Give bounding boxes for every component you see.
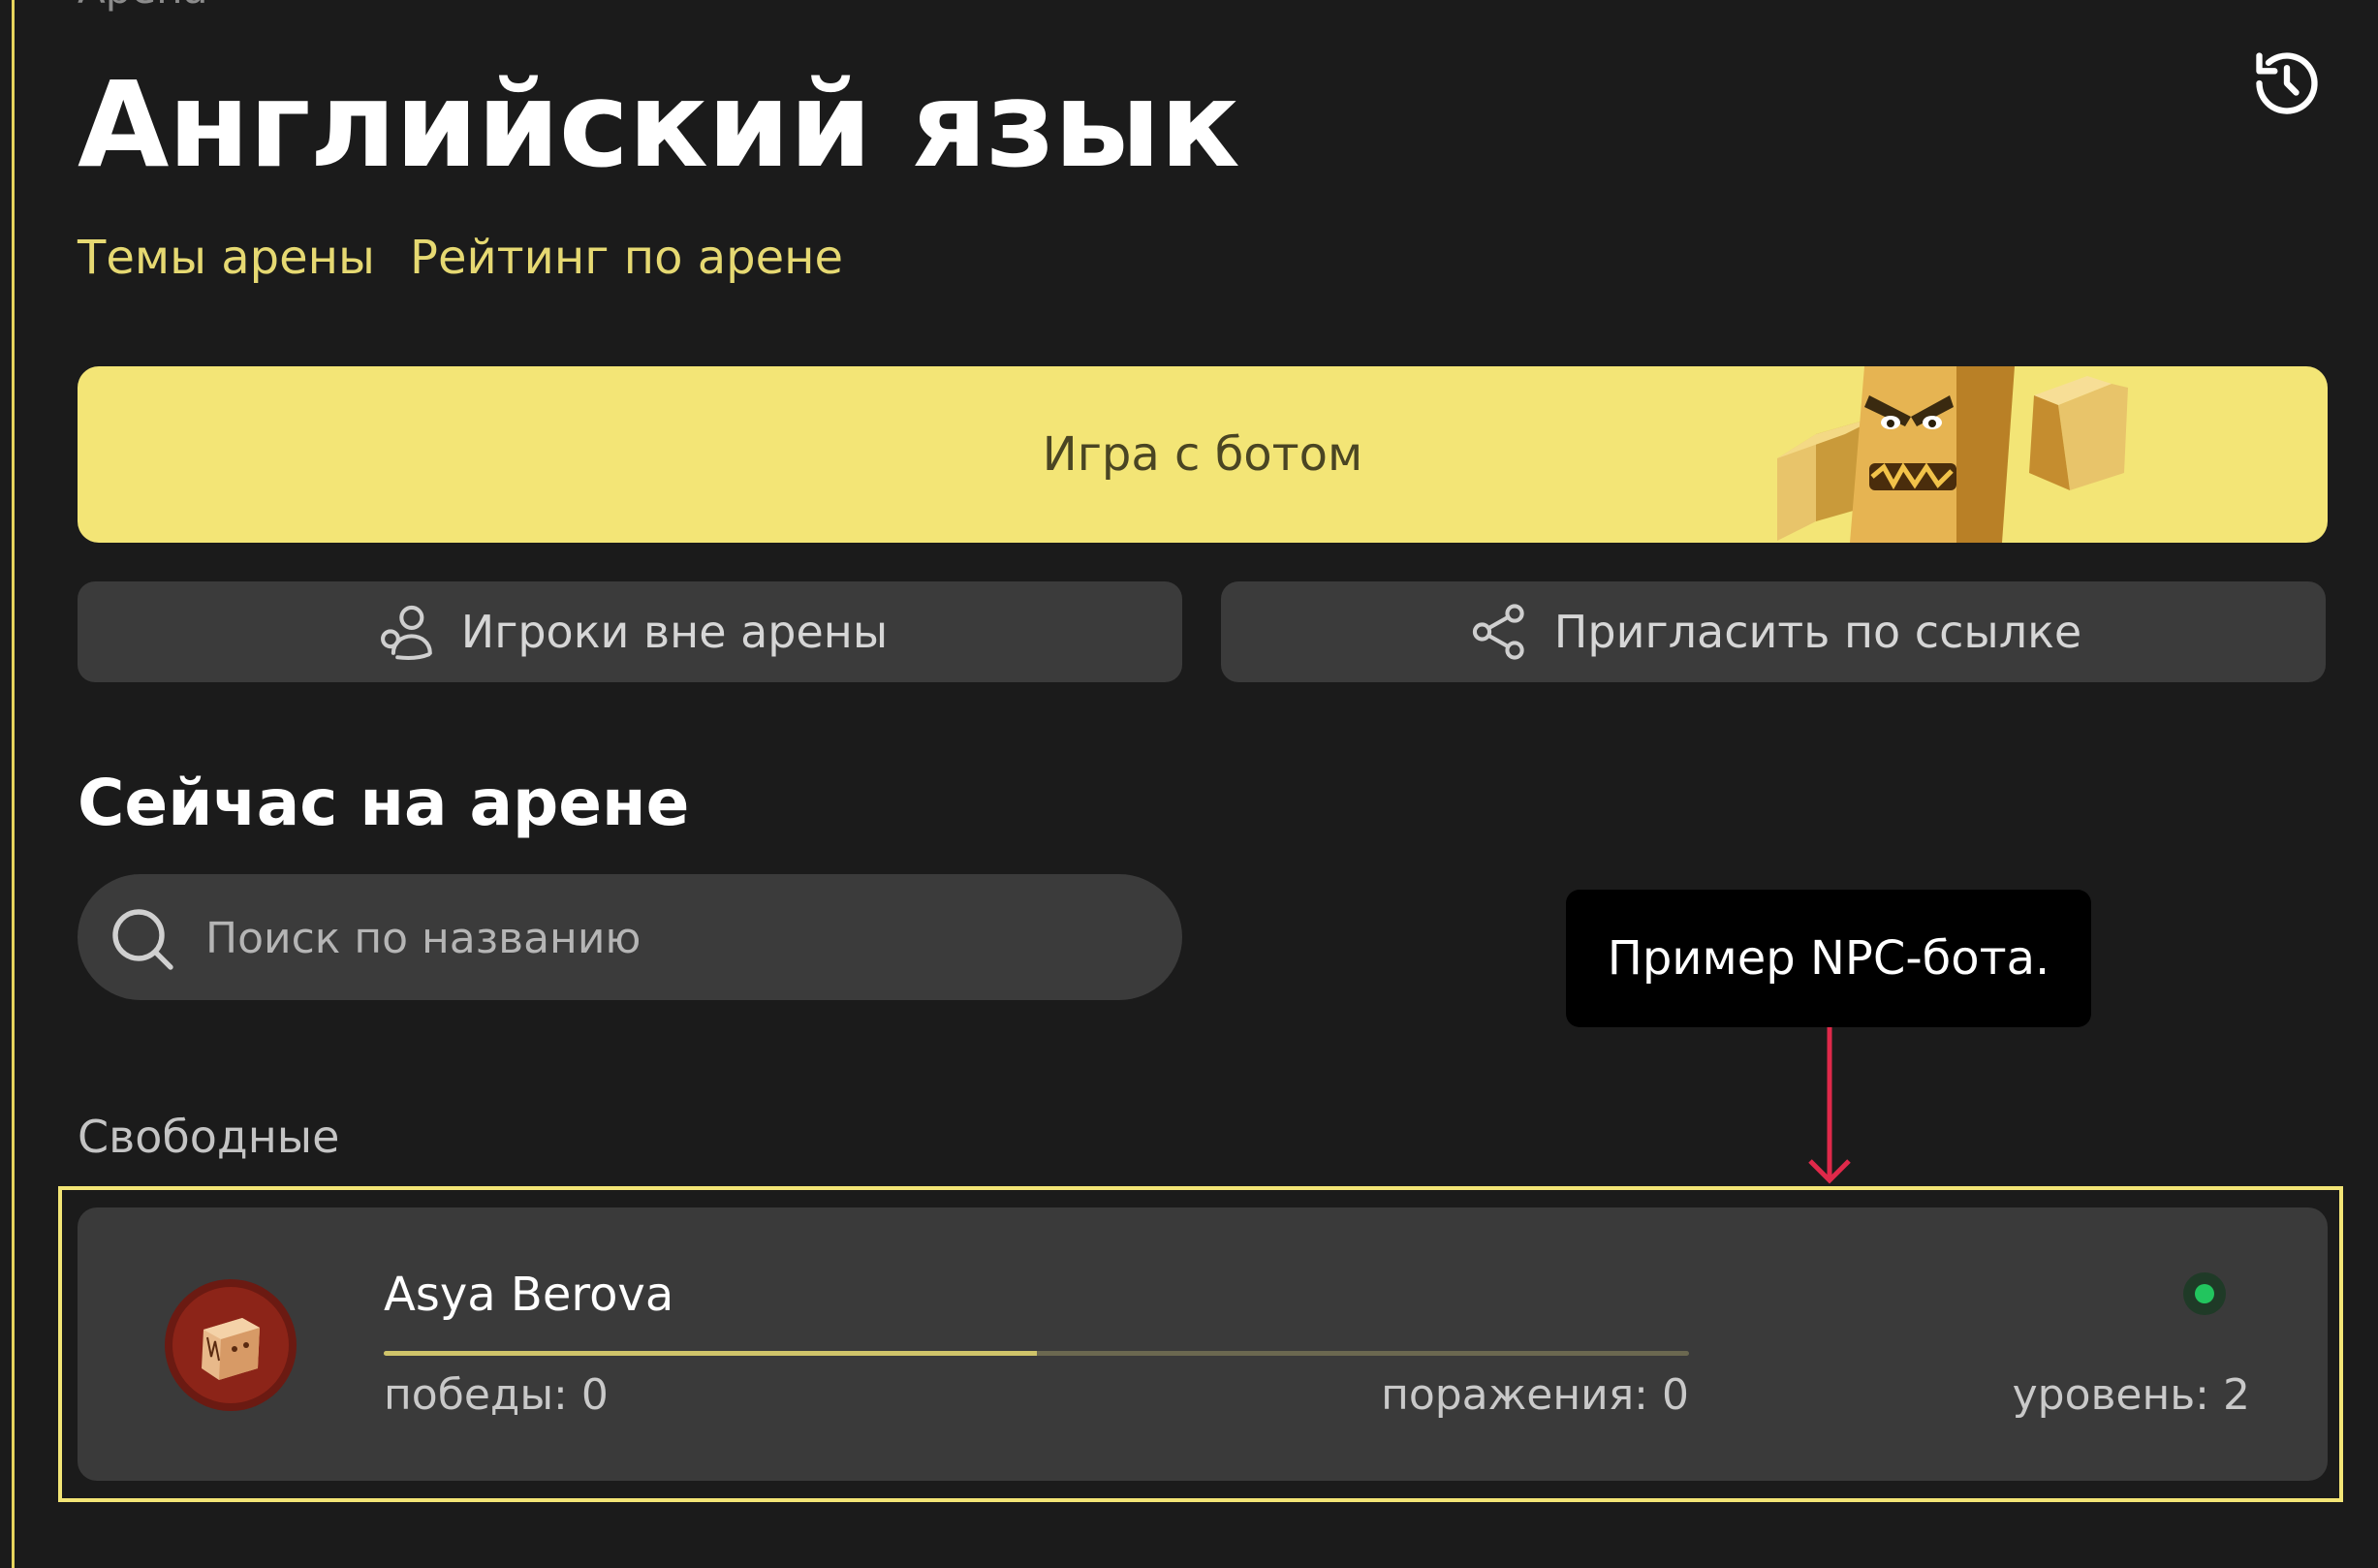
player-wins: победы: 0	[384, 1370, 609, 1420]
players-outside-arena-button[interactable]: Игроки вне арены	[78, 581, 1182, 682]
invite-by-link-label: Пригласить по ссылке	[1553, 606, 2082, 658]
invite-by-link-button[interactable]: Пригласить по ссылке	[1221, 581, 2326, 682]
avatar	[165, 1279, 297, 1411]
play-with-bot-button[interactable]: Игра с ботом	[78, 366, 2328, 543]
tooltip-arrow-down-icon	[1808, 1027, 1851, 1184]
left-guide-line	[12, 0, 15, 1568]
search-icon	[112, 909, 173, 970]
players-outside-arena-label: Игроки вне арены	[460, 606, 889, 658]
section-title-now-on-arena: Сейчас на арене	[78, 766, 690, 840]
player-level: уровень: 2	[2012, 1370, 2250, 1420]
npc-bot-tooltip: Пример NPC-бота.	[1566, 890, 2091, 1027]
player-progress-fill	[384, 1351, 1037, 1356]
online-status-icon	[2183, 1272, 2226, 1315]
share-icon	[1472, 604, 1524, 660]
users-icon	[380, 605, 432, 660]
free-players-label: Свободные	[78, 1111, 340, 1163]
player-card[interactable]: Asya Berova победы: 0 поражения: 0 урове…	[78, 1207, 2328, 1481]
bot-box-illustration	[1777, 366, 2128, 543]
breadcrumb[interactable]: Арена	[78, 0, 207, 13]
search-box[interactable]	[78, 874, 1182, 1002]
history-button[interactable]	[2250, 47, 2324, 120]
history-icon	[2256, 52, 2318, 114]
page-title: Английский язык	[78, 56, 1240, 194]
player-name: Asya Berova	[384, 1268, 674, 1322]
search-input[interactable]	[203, 874, 1157, 1002]
player-losses: поражения: 0	[1381, 1370, 1689, 1420]
player-progress-bar	[384, 1351, 1689, 1356]
tab-arena-topics[interactable]: Темы арены	[78, 231, 375, 285]
tab-arena-rating[interactable]: Рейтинг по арене	[410, 231, 843, 285]
